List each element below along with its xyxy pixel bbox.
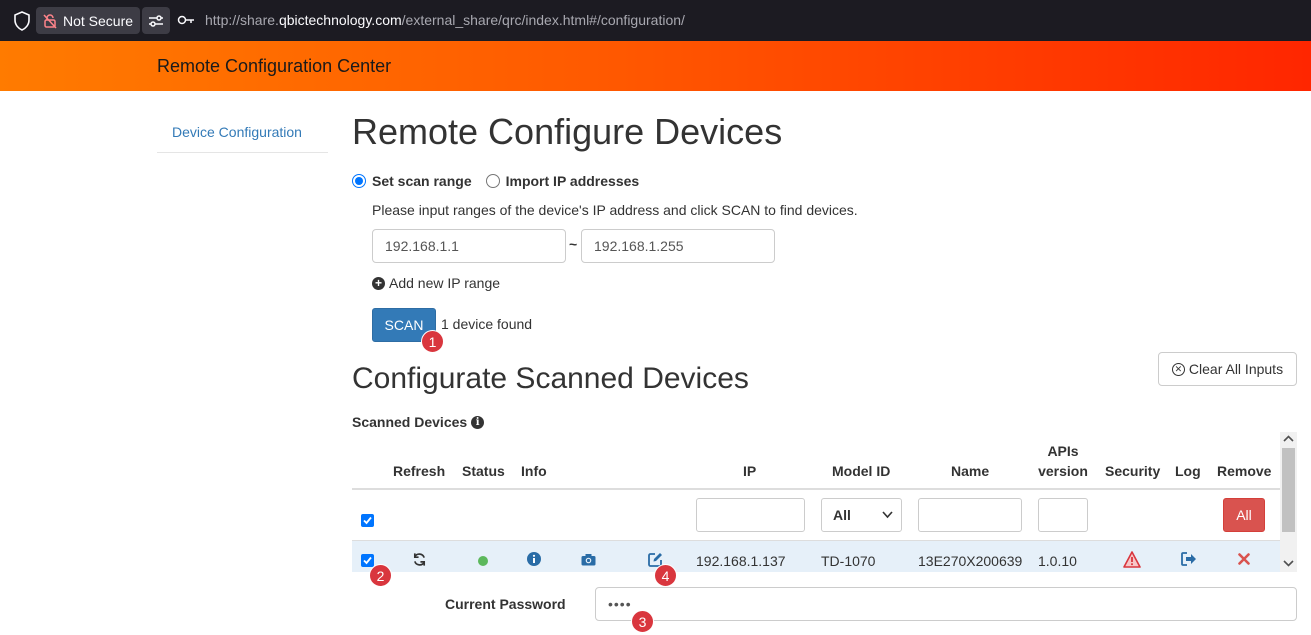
address-bar[interactable]: http://share.qbictechnology.com/external…: [205, 12, 685, 28]
camera-icon[interactable]: [581, 553, 596, 566]
api-version-filter-input[interactable]: [1038, 498, 1088, 532]
app-title: Remote Configuration Center: [157, 56, 392, 76]
annotation-badge-3: 3: [631, 610, 654, 633]
url-host: qbictechnology.com: [278, 12, 402, 28]
row-api-version: 1.0.10: [1038, 553, 1077, 569]
refresh-icon[interactable]: [412, 552, 427, 567]
ip-range-separator: ~: [569, 236, 578, 252]
annotation-badge-2: 2: [369, 564, 392, 587]
add-ip-range-link[interactable]: + Add new IP range: [372, 275, 500, 291]
clear-all-inputs-label: Clear All Inputs: [1188, 361, 1284, 377]
header-refresh: Refresh: [393, 463, 446, 479]
status-dot-icon: [478, 556, 488, 566]
remove-all-button[interactable]: All: [1223, 498, 1265, 532]
header-log: Log: [1175, 463, 1201, 479]
ip-filter-input[interactable]: [696, 498, 805, 532]
chevron-down-icon: [882, 511, 893, 519]
clear-all-inputs-button[interactable]: ✕ Clear All Inputs: [1158, 352, 1297, 386]
info-icon[interactable]: [527, 552, 541, 566]
remove-x-icon[interactable]: [1238, 553, 1250, 565]
not-secure-label: Not Secure: [63, 12, 134, 29]
select-all-checkbox[interactable]: [361, 514, 374, 527]
app-header: Remote Configuration Center: [0, 41, 1311, 91]
warning-icon[interactable]: [1123, 551, 1141, 568]
plus-circle-icon: +: [372, 276, 385, 290]
scanned-devices-label: Scanned Devices i: [352, 414, 485, 430]
row-ip: 192.168.1.137: [696, 553, 786, 569]
configure-section-title: Configurate Scanned Devices: [352, 362, 749, 395]
sidebar-item-device-configuration[interactable]: Device Configuration: [157, 112, 328, 153]
scanned-devices-text: Scanned Devices: [352, 414, 468, 430]
scroll-up-arrow-icon[interactable]: [1282, 434, 1295, 444]
set-scan-range-radio[interactable]: [352, 174, 366, 188]
ip-range-from-input[interactable]: 192.168.1.1: [372, 229, 566, 263]
scan-mode-radio-group: Set scan range Import IP addresses: [352, 173, 653, 189]
shield-icon[interactable]: [13, 11, 31, 31]
scroll-down-arrow-icon[interactable]: [1282, 558, 1295, 568]
annotation-badge-1: 1: [421, 330, 444, 353]
annotation-badge-4: 4: [654, 564, 677, 587]
x-circle-icon: ✕: [1171, 362, 1185, 376]
logout-icon[interactable]: [1181, 552, 1197, 566]
checkmark-icon: [363, 556, 372, 565]
header-model-id: Model ID: [832, 463, 891, 479]
header-security: Security: [1105, 463, 1161, 479]
not-secure-indicator[interactable]: Not Secure: [36, 7, 140, 34]
header-info: Info: [521, 463, 547, 479]
row-name: 13E270X200639: [918, 553, 1023, 569]
table-row[interactable]: 192.168.1.137 TD-1070 13E270X200639 1.0.…: [352, 541, 1280, 572]
header-apis-line2: version: [1038, 463, 1088, 479]
row-select-checkbox[interactable]: [361, 554, 374, 567]
checkmark-icon: [363, 516, 372, 525]
row-model-id: TD-1070: [821, 553, 876, 569]
info-circle-icon[interactable]: i: [471, 415, 485, 429]
add-ip-range-label: Add new IP range: [389, 275, 501, 291]
permissions-icon: [149, 14, 163, 27]
model-filter-value: All: [833, 507, 851, 523]
url-path: /external_share/qrc/index.html#/configur…: [401, 12, 685, 28]
import-ip-radio[interactable]: [485, 174, 500, 188]
page-title: Remote Configure Devices: [352, 111, 783, 152]
key-icon[interactable]: [177, 12, 195, 28]
url-prefix: http://share.: [205, 12, 279, 28]
header-apis-line1: APIs: [1047, 443, 1079, 459]
header-remove: Remove: [1217, 463, 1272, 479]
scan-result-text: 1 device found: [441, 316, 533, 332]
import-ip-label[interactable]: Import IP addresses: [506, 173, 640, 189]
set-scan-range-label[interactable]: Set scan range: [372, 173, 472, 189]
scrollbar-thumb[interactable]: [1282, 448, 1295, 532]
name-filter-input[interactable]: [918, 498, 1022, 532]
scanned-devices-table: Refresh Status Info IP Model ID Name API…: [352, 432, 1280, 572]
browser-toolbar: Not Secure http://share.qbictechnology.c…: [0, 0, 1311, 41]
scan-instructions: Please input ranges of the device's IP a…: [372, 202, 858, 218]
header-ip: IP: [743, 463, 757, 479]
lock-slash-icon: [43, 13, 57, 29]
ip-range-to-input[interactable]: 192.168.1.255: [581, 229, 775, 263]
permissions-button[interactable]: [142, 7, 170, 34]
table-header-divider: [352, 488, 1280, 490]
current-password-label: Current Password: [445, 596, 566, 612]
model-filter-select[interactable]: All: [821, 498, 902, 532]
header-name: Name: [951, 463, 990, 479]
current-password-input[interactable]: ••••: [595, 587, 1297, 621]
header-status: Status: [462, 463, 505, 479]
